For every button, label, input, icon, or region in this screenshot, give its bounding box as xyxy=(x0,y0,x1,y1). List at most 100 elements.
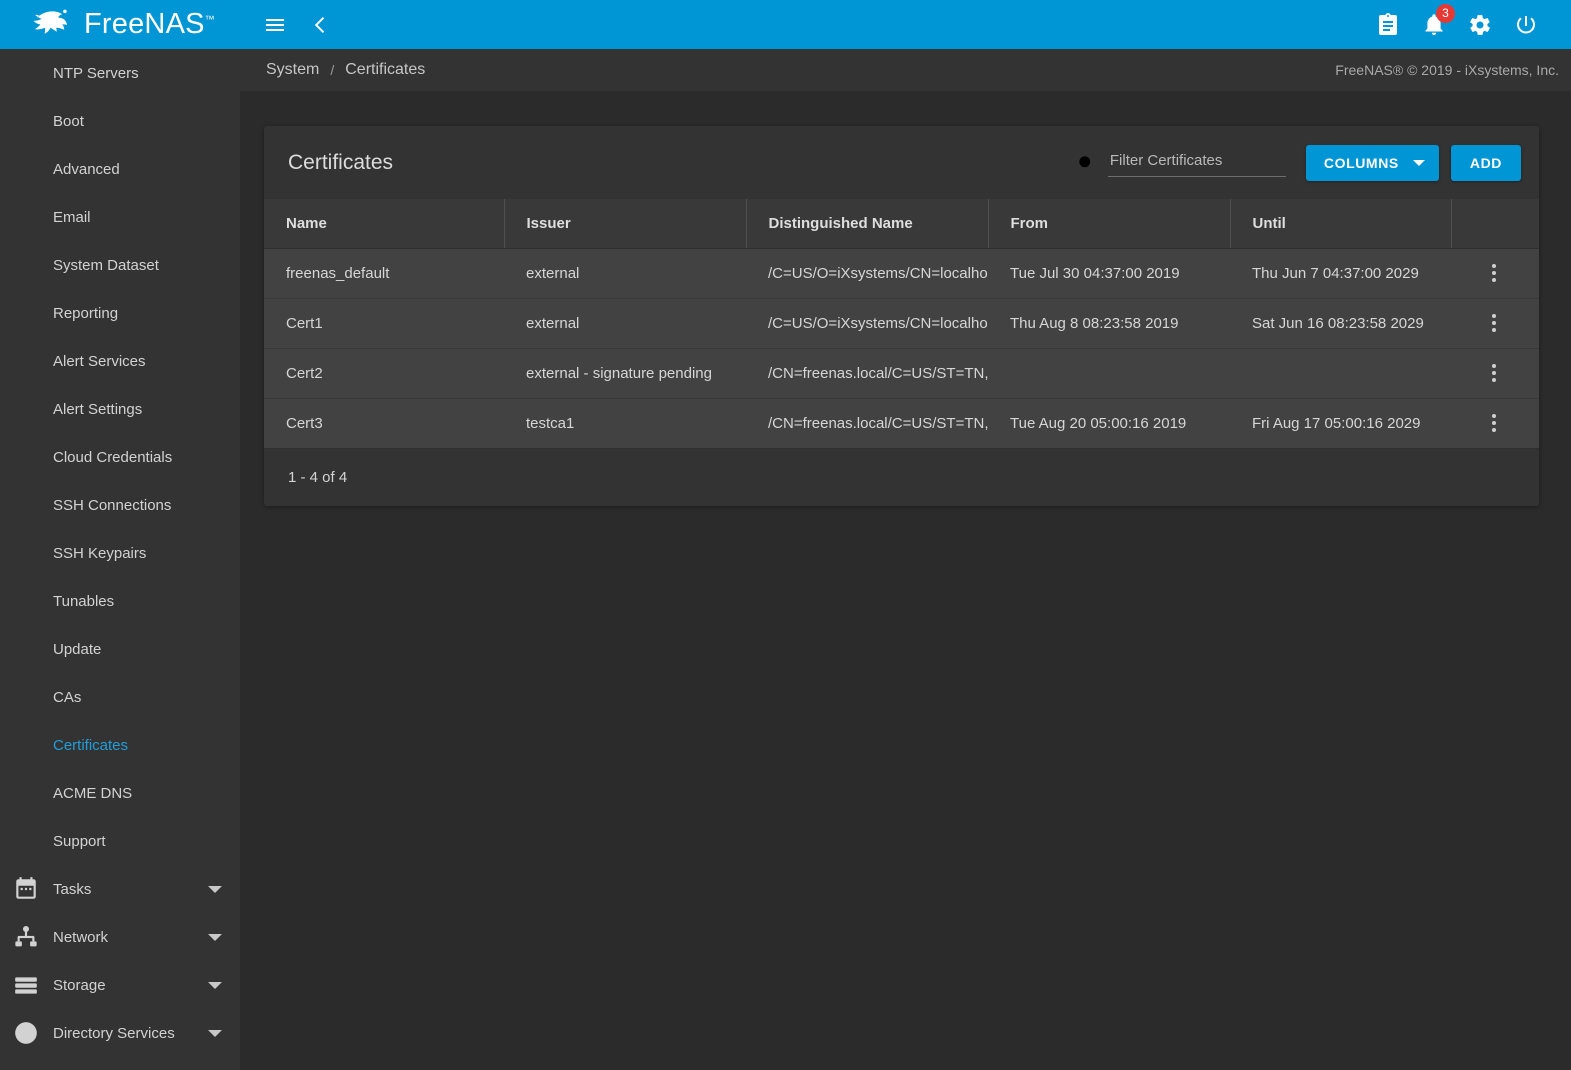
chevron-down-icon[interactable] xyxy=(208,934,222,941)
sidebar-group-network[interactable]: Network xyxy=(0,913,240,961)
search-icon[interactable] xyxy=(1076,153,1096,173)
power-button[interactable] xyxy=(1503,2,1549,48)
topbar-right-buttons: 3 xyxy=(1365,2,1549,48)
breadcrumb-item-system[interactable]: System xyxy=(266,61,319,79)
sidebar-item-email[interactable]: Email xyxy=(0,193,240,241)
certificates-card: Certificates COLUMNS ADD xyxy=(264,126,1539,506)
sidebar-item-certificates[interactable]: Certificates xyxy=(0,721,240,769)
calendar-icon xyxy=(12,875,40,903)
cell-text: Tue Aug 20 05:00:16 2019 xyxy=(1010,415,1186,432)
column-header-from[interactable]: From xyxy=(988,199,1230,248)
chevron-down-icon[interactable] xyxy=(208,982,222,989)
notifications-badge: 3 xyxy=(1436,4,1455,23)
column-header-until[interactable]: Until xyxy=(1230,199,1451,248)
table-row[interactable]: Cert3testca1/CN=freenas.local/C=US/ST=TN… xyxy=(264,398,1539,448)
columns-button[interactable]: COLUMNS xyxy=(1306,145,1439,181)
chevron-down-icon[interactable] xyxy=(208,1030,222,1037)
sidebar-item-cloud-credentials[interactable]: Cloud Credentials xyxy=(0,433,240,481)
sidebar-item-label: Certificates xyxy=(53,737,128,754)
page-title: Certificates xyxy=(288,151,393,175)
sidebar-item-cas[interactable]: CAs xyxy=(0,673,240,721)
cell-text: /C=US/O=iXsystems/CN=localho xyxy=(768,265,988,282)
breadcrumb-bar: System / Certificates FreeNAS® © 2019 - … xyxy=(240,49,1571,92)
column-header-label: Until xyxy=(1253,215,1286,232)
cell-text: Cert3 xyxy=(286,415,323,432)
sidebar-item-label: Email xyxy=(53,209,91,226)
brand-name: FreeNAS™ xyxy=(84,10,215,39)
cell-issuer: external - signature pending xyxy=(504,348,746,398)
sidebar-item-reporting[interactable]: Reporting xyxy=(0,289,240,337)
chevron-down-icon[interactable] xyxy=(208,886,222,893)
cell-from: Thu Aug 8 08:23:58 2019 xyxy=(988,298,1230,348)
sidebar-item-label: Reporting xyxy=(53,305,118,322)
more-vertical-icon[interactable] xyxy=(1471,300,1517,346)
jobs-button[interactable] xyxy=(1365,2,1411,48)
card-header-tools: COLUMNS ADD xyxy=(1076,145,1521,181)
column-header-issuer[interactable]: Issuer xyxy=(504,199,746,248)
cell-name: Cert1 xyxy=(264,298,504,348)
sidebar-item-alert-settings[interactable]: Alert Settings xyxy=(0,385,240,433)
table-body: freenas_defaultexternal/C=US/O=iXsystems… xyxy=(264,248,1539,448)
sidebar-item-system-dataset[interactable]: System Dataset xyxy=(0,241,240,289)
cell-distinguished-name: /C=US/O=iXsystems/CN=localho xyxy=(746,298,988,348)
cell-text: Tue Jul 30 04:37:00 2019 xyxy=(1010,265,1180,282)
cell-issuer: external xyxy=(504,248,746,298)
sidebar-item-acme-dns[interactable]: ACME DNS xyxy=(0,769,240,817)
table-row[interactable]: freenas_defaultexternal/C=US/O=iXsystems… xyxy=(264,248,1539,298)
sidebar-item-tunables[interactable]: Tunables xyxy=(0,577,240,625)
directory-services-icon xyxy=(12,1019,40,1047)
sidebar-group-directory-services[interactable]: Directory Services xyxy=(0,1009,240,1057)
sidebar-item-alert-services[interactable]: Alert Services xyxy=(0,337,240,385)
sidebar-item-update[interactable]: Update xyxy=(0,625,240,673)
sidebar-nav-list: NTP Servers Boot Advanced Email System Datas… xyxy=(0,49,240,865)
sidebar-item-support[interactable]: Support xyxy=(0,817,240,865)
cell-until xyxy=(1230,348,1451,398)
sidebar-item-label: NTP Servers xyxy=(53,65,139,82)
more-vertical-icon[interactable] xyxy=(1471,350,1517,396)
sidebar-item-label: Update xyxy=(53,641,101,658)
sidebar-item-boot[interactable]: Boot xyxy=(0,97,240,145)
power-icon xyxy=(1514,13,1538,37)
cell-text: Cert2 xyxy=(286,365,323,382)
cell-from: Tue Aug 20 05:00:16 2019 xyxy=(988,398,1230,448)
sidebar-item-ssh-keypairs[interactable]: SSH Keypairs xyxy=(0,529,240,577)
notifications-button[interactable]: 3 xyxy=(1411,2,1457,48)
cell-from xyxy=(988,348,1230,398)
brand-logo-area[interactable]: FreeNAS™ xyxy=(0,0,240,49)
hamburger-menu-button[interactable] xyxy=(252,2,298,48)
cell-actions xyxy=(1451,298,1539,348)
sidebar-item-advanced[interactable]: Advanced xyxy=(0,145,240,193)
sidebar-group-tasks[interactable]: Tasks xyxy=(0,865,240,913)
breadcrumb-separator: / xyxy=(330,62,334,78)
search-input[interactable] xyxy=(1108,148,1286,177)
cell-text: Thu Aug 8 08:23:58 2019 xyxy=(1010,315,1178,332)
certificates-table: Name Issuer Distinguished NameFrom Until fr… xyxy=(264,199,1539,448)
more-vertical-icon[interactable] xyxy=(1471,250,1517,296)
cell-text: Thu Jun 7 04:37:00 2029 xyxy=(1252,265,1419,282)
column-header-distinguished-name[interactable]: Distinguished Name xyxy=(746,199,988,248)
sidebar-item-ssh-connections[interactable]: SSH Connections xyxy=(0,481,240,529)
sidebar-item-ntp-servers[interactable]: NTP Servers xyxy=(0,49,240,97)
cell-text: testca1 xyxy=(526,415,574,432)
settings-button[interactable] xyxy=(1457,2,1503,48)
sidebar-item-label: Tunables xyxy=(53,593,114,610)
sidebar-item-label: Advanced xyxy=(53,161,120,178)
add-button[interactable]: ADD xyxy=(1451,145,1521,181)
cell-distinguished-name: /C=US/O=iXsystems/CN=localho xyxy=(746,248,988,298)
column-header-label: Issuer xyxy=(527,215,571,232)
sidebar-item-label: SSH Keypairs xyxy=(53,545,146,562)
column-header-actions xyxy=(1451,199,1539,248)
cell-until: Sat Jun 16 08:23:58 2029 xyxy=(1230,298,1451,348)
more-vertical-icon[interactable] xyxy=(1471,400,1517,446)
collapse-sidebar-button[interactable] xyxy=(298,2,344,48)
column-header-name[interactable]: Name xyxy=(264,199,504,248)
breadcrumb-item-certificates: Certificates xyxy=(345,61,425,79)
sidebar-item-label: SSH Connections xyxy=(53,497,171,514)
cell-text: external - signature pending xyxy=(526,365,712,382)
sidebar-group-storage[interactable]: Storage xyxy=(0,961,240,1009)
table-row[interactable]: Cert1external/C=US/O=iXsystems/CN=localh… xyxy=(264,298,1539,348)
freenas-fish-logo-icon xyxy=(32,8,76,42)
table-row[interactable]: Cert2external - signature pending/CN=fre… xyxy=(264,348,1539,398)
sidebar-item-label: Support xyxy=(53,833,106,850)
top-bar: FreeNAS™ 3 xyxy=(0,0,1571,49)
